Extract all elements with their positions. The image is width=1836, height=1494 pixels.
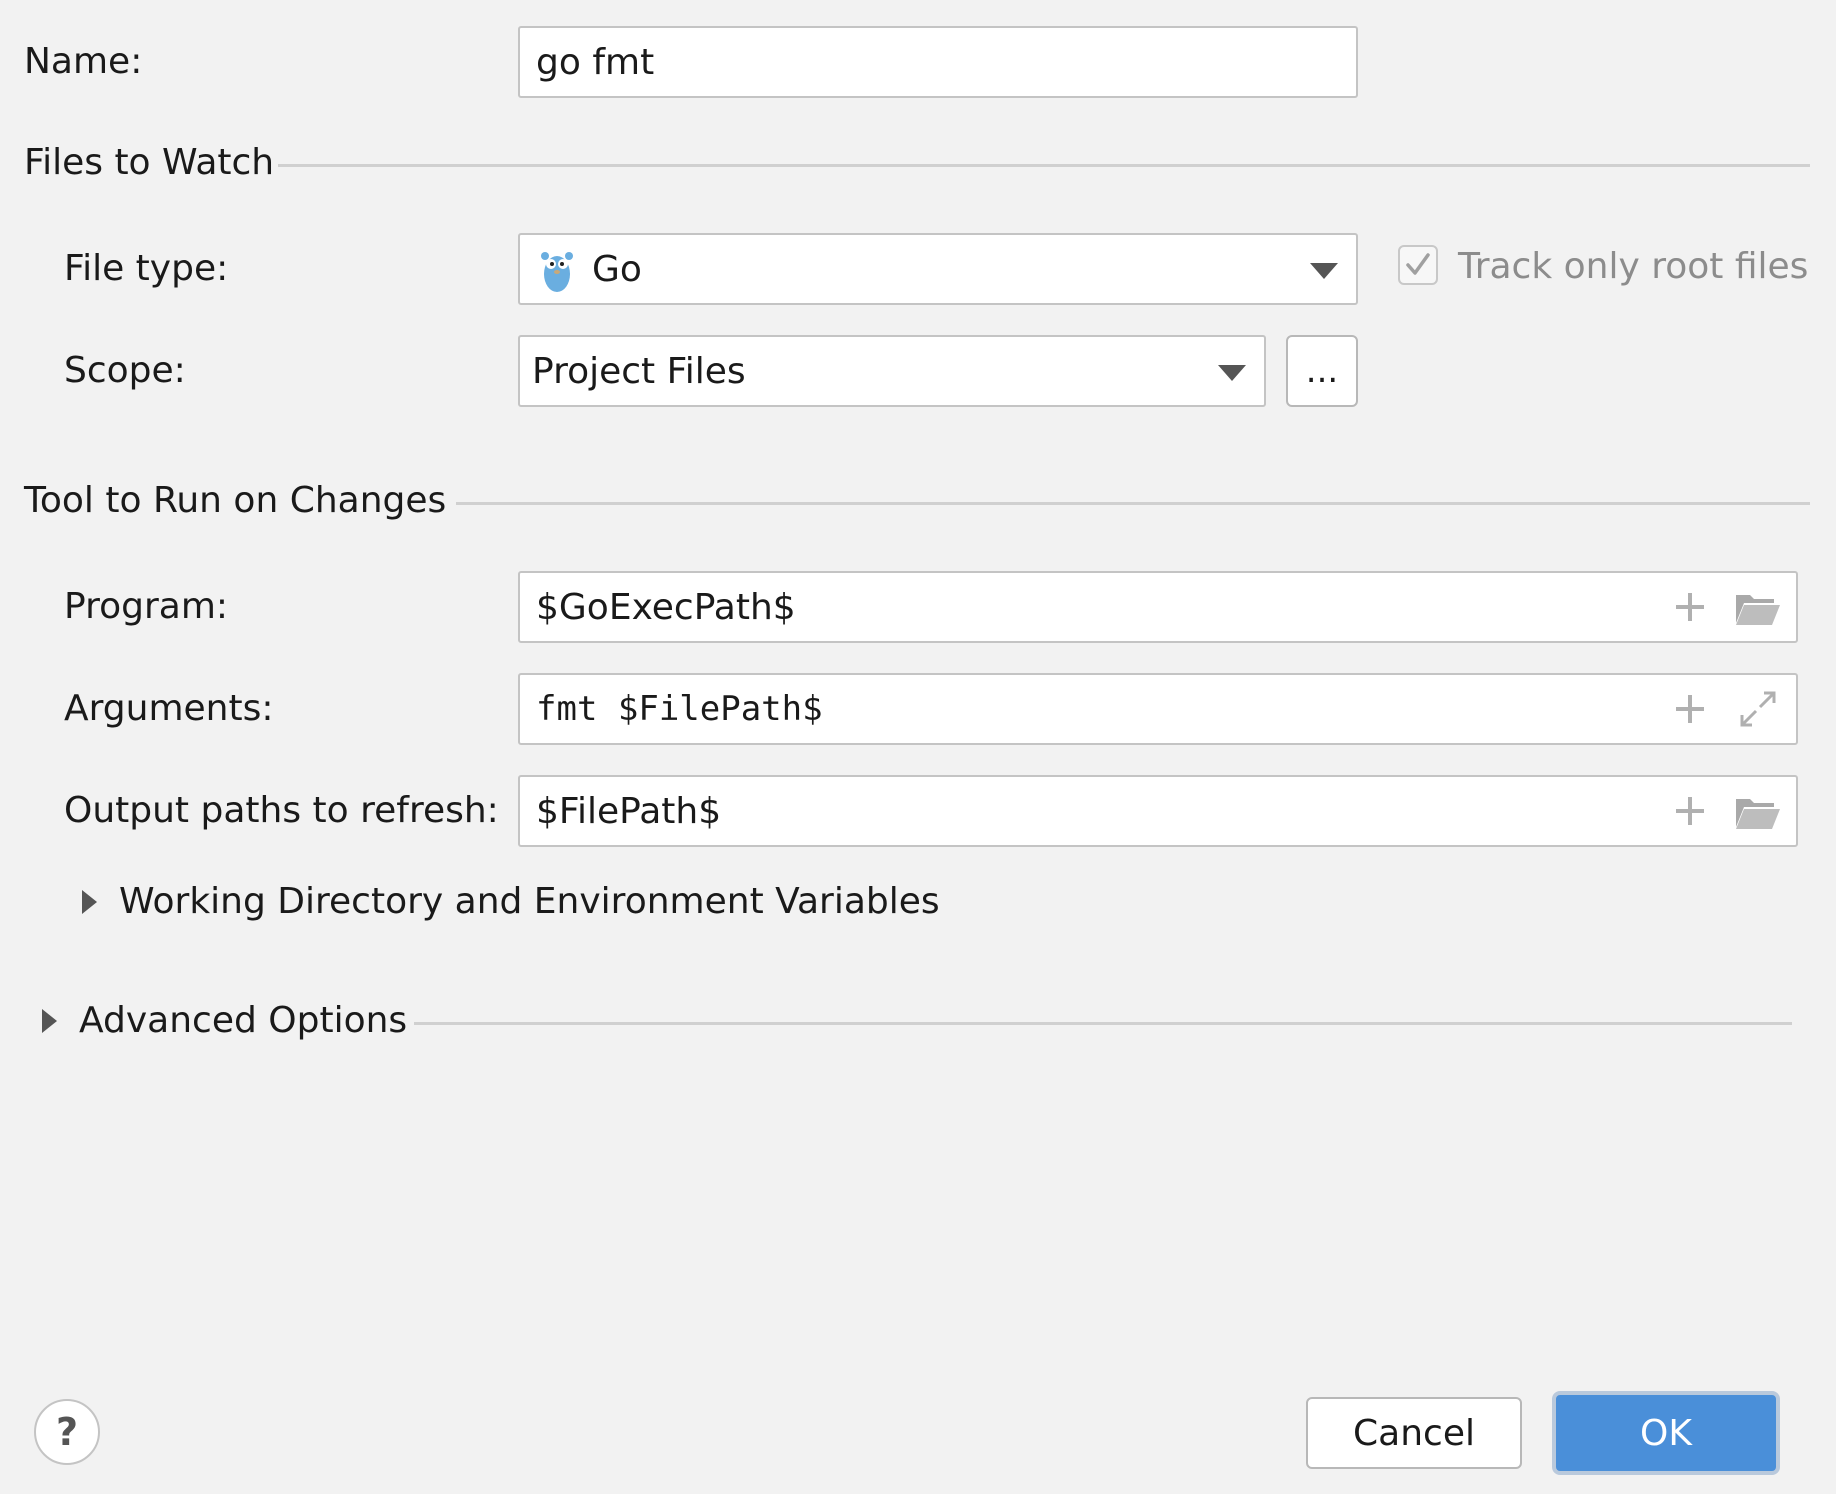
expand-icon[interactable] — [1738, 689, 1778, 738]
chevron-down-icon — [1310, 263, 1338, 279]
advanced-options-toggle[interactable]: Advanced Options — [24, 999, 407, 1043]
arguments-label: Arguments: — [64, 688, 274, 729]
scope-value: Project Files — [532, 350, 746, 392]
chevron-right-icon — [42, 1009, 57, 1033]
folder-icon[interactable] — [1734, 793, 1782, 840]
plus-icon[interactable] — [1674, 693, 1706, 734]
file-type-value: Go — [592, 248, 642, 290]
scope-label: Scope: — [64, 350, 186, 391]
output-paths-input[interactable]: $FilePath$ — [518, 775, 1798, 847]
ok-button[interactable]: OK — [1552, 1391, 1780, 1475]
program-value: $GoExecPath$ — [536, 586, 796, 628]
arguments-input[interactable]: fmt $FilePath$ — [518, 673, 1798, 745]
working-dir-toggle[interactable]: Working Directory and Environment Variab… — [64, 880, 940, 924]
advanced-options-separator — [414, 1022, 1792, 1025]
name-label: Name: — [24, 41, 143, 82]
chevron-right-icon — [82, 890, 97, 914]
files-to-watch-heading: Files to Watch — [24, 142, 275, 183]
plus-icon[interactable] — [1674, 795, 1706, 836]
scope-dropdown[interactable]: Project Files — [518, 335, 1266, 407]
scope-browse-button[interactable]: ... — [1286, 335, 1358, 407]
output-paths-value: $FilePath$ — [536, 790, 722, 832]
go-gopher-icon — [540, 248, 574, 303]
advanced-options-label: Advanced Options — [79, 1000, 408, 1041]
name-input[interactable]: go fmt — [518, 26, 1358, 98]
track-only-root-checkbox[interactable] — [1398, 245, 1438, 285]
file-type-label: File type: — [64, 248, 229, 289]
working-dir-label: Working Directory and Environment Variab… — [119, 881, 940, 922]
help-button[interactable]: ? — [34, 1399, 100, 1465]
tool-to-run-separator — [456, 502, 1810, 505]
checkmark-icon — [1406, 253, 1430, 275]
files-to-watch-separator — [278, 164, 1810, 167]
chevron-down-icon — [1218, 365, 1246, 381]
program-label: Program: — [64, 586, 229, 627]
arguments-value: fmt $FilePath$ — [536, 689, 823, 729]
name-input-value: go fmt — [536, 41, 655, 83]
program-input[interactable]: $GoExecPath$ — [518, 571, 1798, 643]
track-only-root-label: Track only root files — [1458, 246, 1809, 287]
cancel-button[interactable]: Cancel — [1306, 1397, 1522, 1469]
file-type-dropdown[interactable]: Go — [518, 233, 1358, 305]
folder-icon[interactable] — [1734, 589, 1782, 636]
tool-to-run-heading: Tool to Run on Changes — [24, 480, 447, 521]
output-paths-label: Output paths to refresh: — [64, 790, 499, 831]
plus-icon[interactable] — [1674, 591, 1706, 632]
